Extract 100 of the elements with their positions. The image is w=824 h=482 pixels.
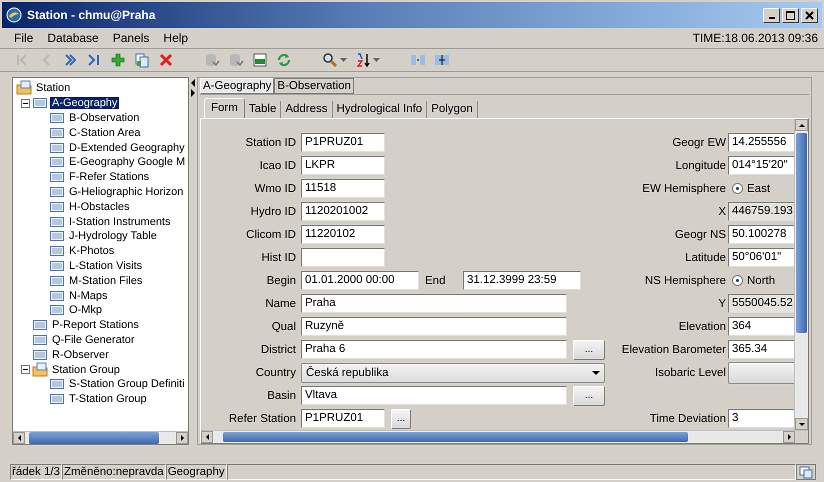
browse-button[interactable]: ... [573,340,605,360]
tree-item[interactable]: M-Station Files [67,274,144,287]
input-field[interactable]: 50.100278 [728,225,794,244]
tab[interactable]: Hydrological Info [332,101,428,118]
input-field[interactable]: 364 [728,317,794,336]
browse-button[interactable]: ... [573,386,605,406]
expander-toggle[interactable] [21,98,30,108]
field-label: Hist ID [260,252,296,264]
input-field[interactable]: 3 [728,409,794,428]
menu-item[interactable]: File [14,31,34,45]
tree-item[interactable]: O-Mkp [67,304,104,316]
tree-item[interactable]: D-Extended Geography [67,142,187,154]
input-field[interactable]: P1PRUZ01 [301,133,385,152]
vertical-scrollbar[interactable] [794,119,808,430]
menu-item[interactable]: Help [163,31,188,45]
tree-item[interactable]: A-Geography [50,97,120,110]
tab[interactable]: B-Observation [274,78,354,94]
field-label: Isobaric Level [654,366,726,378]
input-field[interactable]: 1120201002 [301,202,385,221]
tree-item[interactable]: R-Observer [50,348,111,361]
input-field[interactable]: LKPR [301,156,385,175]
input-field[interactable]: Praha 6 [301,340,567,359]
radio-label: North [747,274,776,286]
tree-item[interactable]: L-Station Visits [67,260,144,272]
minus-icon [23,369,28,370]
tree-item[interactable]: P-Report Stations [50,319,141,332]
field-label: Basin [266,390,296,402]
tree-item[interactable]: E-Geography Google M [67,156,188,168]
field-label: Begin [266,274,296,286]
status-text: Změněno:nepravda [62,464,166,480]
field-label: Station ID [244,136,296,148]
tab[interactable]: Table [244,101,282,118]
country-dropdown[interactable]: Česká republika [301,362,605,382]
tab[interactable]: Polygon [427,101,478,118]
tab[interactable]: Form [204,98,245,118]
maximize-button[interactable] [782,8,799,22]
tree-item[interactable]: T-Station Group [67,393,149,406]
tree-item[interactable]: B-Observation [67,112,142,124]
field-label: Geogr EW [671,136,726,148]
input-field[interactable]: 014°15'20" [728,156,794,175]
field-label: Longitude [674,160,726,172]
tree-item[interactable]: Station [34,82,72,94]
spreadsheet-icon [252,52,268,68]
input-field[interactable]: 365.34 [728,340,794,359]
window-icon [799,466,813,478]
tree-item[interactable]: K-Photos [67,245,116,258]
copy-icon [134,52,150,68]
isobaric-level-button[interactable] [728,362,794,384]
tree-item[interactable]: I-Station Instruments [67,216,172,228]
input-field[interactable]: 01.01.2000 00:00 [301,271,419,290]
skip-end-icon [86,52,102,68]
tree-item[interactable]: H-Obstacles [67,200,132,213]
field-label: X [717,206,726,218]
arrow-left-icon [190,79,196,87]
browse-button[interactable]: ... [391,408,411,428]
radio-button[interactable] [732,275,743,286]
horizontal-scrollbar[interactable] [201,431,795,443]
database-icon [204,52,220,68]
expander-toggle[interactable] [21,365,30,374]
input-field[interactable]: 14.255556 [728,133,794,152]
field-label: Elevation Barometer [620,344,726,356]
input-field[interactable]: Ruzyně [301,317,567,336]
app-logo-icon [6,7,22,23]
tree-item[interactable]: Q-File Generator [50,334,137,346]
radio-button[interactable] [732,183,743,194]
tab[interactable]: Address [281,101,333,118]
clock-text: TIME:18.06.2013 09:36 [692,31,818,45]
minimize-button[interactable] [763,8,780,22]
scrollbar-corner [795,431,808,443]
tree-item[interactable]: Station Group [50,364,122,376]
field-label: Time Deviation [648,412,726,424]
cross-icon [158,52,174,68]
menu-item[interactable]: Database [47,31,99,45]
field-label: Geogr NS [674,228,726,240]
input-field[interactable]: 11518 [301,179,385,198]
input-field[interactable]: Vltava [301,386,567,405]
input-field[interactable]: 11220102 [301,225,385,244]
tree-item[interactable]: N-Maps [67,290,110,302]
field-label: NS Hemisphere [644,274,726,286]
input-field: 5550045.52 [728,294,794,313]
tree-item[interactable]: C-Station Area [67,126,143,139]
tree-item[interactable]: S-Station Group Definiti [67,378,187,390]
input-field[interactable] [301,248,385,267]
caret-icon [340,58,347,62]
field-label: Hydro ID [250,206,296,218]
field-label: Latitude [684,252,726,264]
input-field[interactable]: 50°06'01" [728,248,794,267]
close-button[interactable] [801,8,818,22]
input-field[interactable]: P1PRUZ01 [301,409,385,428]
tab[interactable]: A-Geography [200,78,274,94]
menu-item[interactable]: Panels [112,31,150,45]
minus-icon [23,102,28,104]
input-field[interactable]: Praha [301,294,567,313]
tree-item[interactable]: G-Heliographic Horizon [67,186,186,198]
input-field[interactable]: 31.12.3999 23:59 [463,271,581,290]
tree-item[interactable]: J-Hydrology Table [67,230,159,242]
tree-item[interactable]: F-Refer Stations [67,171,152,184]
search-icon [322,52,338,68]
arrow-right-icon [190,89,196,97]
horizontal-scrollbar[interactable] [13,431,188,444]
